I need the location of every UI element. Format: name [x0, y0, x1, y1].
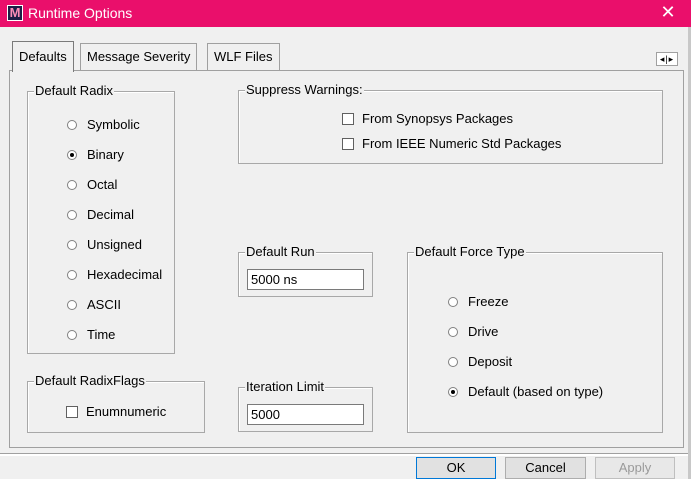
close-button[interactable]: ✕ [645, 0, 691, 27]
tab-defaults[interactable]: Defaults [12, 41, 74, 72]
force-radio-0[interactable] [448, 297, 458, 307]
radix-radio-1[interactable] [67, 150, 77, 160]
radix-option-label: Symbolic [87, 117, 140, 132]
ok-button[interactable]: OK [416, 457, 496, 479]
tab-message-severity[interactable]: Message Severity [80, 43, 198, 70]
default-radixflags-group: Default RadixFlags Enumnumeric [27, 373, 205, 433]
radix-option-label: Unsigned [87, 237, 142, 252]
default-radixflags-legend: Default RadixFlags [34, 373, 146, 389]
enumnumeric-checkbox[interactable] [66, 406, 78, 418]
radix-radio-6[interactable] [67, 300, 77, 310]
radix-option-label: Binary [87, 147, 124, 162]
default-radix-group: Default Radix Symbolic Binary Octal Decimal… [27, 83, 175, 354]
force-option-label: Freeze [468, 294, 509, 309]
tab-wlf-files[interactable]: WLF Files [207, 43, 280, 70]
radix-radio-7[interactable] [67, 330, 77, 340]
default-run-legend: Default Run [245, 244, 316, 260]
radix-option-label: Time [87, 327, 116, 342]
radix-radio-4[interactable] [67, 240, 77, 250]
window-title: Runtime Options [28, 5, 133, 21]
iteration-limit-input[interactable] [247, 404, 364, 425]
ieee-checkbox[interactable] [342, 138, 354, 150]
radix-radio-0[interactable] [67, 120, 77, 130]
force-option-label: Drive [468, 324, 499, 339]
default-radix-legend: Default Radix [34, 83, 115, 99]
close-icon: ✕ [660, 2, 676, 22]
force-radio-1[interactable] [448, 327, 458, 337]
iteration-limit-group: Iteration Limit [238, 379, 373, 432]
radix-option-label: ASCII [87, 297, 121, 312]
ieee-label: From IEEE Numeric Std Packages [362, 136, 562, 151]
synopsys-label: From Synopsys Packages [362, 111, 514, 126]
apply-button[interactable]: Apply [595, 457, 675, 479]
radix-radio-3[interactable] [67, 210, 77, 220]
defaults-panel: Default Radix Symbolic Binary Octal Decimal… [9, 70, 684, 448]
default-force-type-legend: Default Force Type [414, 244, 526, 260]
force-radio-2[interactable] [448, 357, 458, 367]
synopsys-checkbox[interactable] [342, 113, 354, 125]
default-run-group: Default Run [238, 244, 373, 297]
radix-radio-5[interactable] [67, 270, 77, 280]
radix-option-label: Octal [87, 177, 118, 192]
default-force-type-group: Default Force Type Freeze Drive Deposit Def… [407, 244, 663, 433]
default-run-input[interactable] [247, 269, 364, 290]
button-separator [0, 453, 688, 456]
tab-scroll-arrows[interactable]: ◂|▸ [656, 52, 678, 66]
radix-option-label: Decimal [87, 207, 134, 222]
radix-radio-2[interactable] [67, 180, 77, 190]
force-radio-3[interactable] [448, 387, 458, 397]
force-option-label: Deposit [468, 354, 513, 369]
force-option-label: Default (based on type) [468, 384, 604, 399]
suppress-warnings-group: Suppress Warnings: From Synopsys Package… [238, 82, 663, 164]
cancel-button[interactable]: Cancel [505, 457, 586, 479]
title-bar: M Runtime Options ✕ [0, 0, 691, 27]
suppress-warnings-legend: Suppress Warnings: [245, 82, 364, 98]
iteration-limit-legend: Iteration Limit [245, 379, 326, 395]
enumnumeric-label: Enumnumeric [86, 404, 167, 419]
app-icon: M [7, 5, 23, 21]
radix-option-label: Hexadecimal [87, 267, 163, 282]
